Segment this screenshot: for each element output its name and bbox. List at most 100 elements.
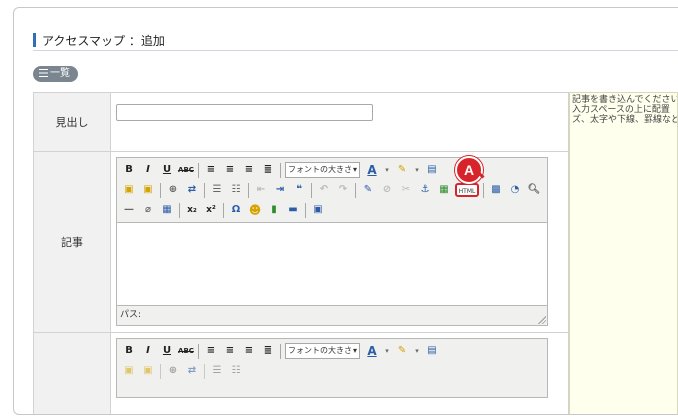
subscript-icon[interactable]: x₂: [184, 202, 200, 218]
align-left-icon[interactable]: ≡: [203, 162, 219, 178]
insert-link-icon[interactable]: ✎: [360, 182, 376, 198]
bullet-list-icon[interactable]: ☰: [209, 363, 225, 379]
chevron-down-icon[interactable]: ▾: [413, 343, 421, 359]
toolbar-separator: [280, 162, 281, 178]
rich-text-editor-2: B I U ABC ≡ ≡ ≡ ≣ フォントの大きさ A ▾ ✎ ▾ ▤: [116, 338, 548, 398]
toolbar-separator: [198, 343, 199, 359]
extra-label-cell: [33, 332, 111, 414]
editor2-toolbar-row-1: B I U ABC ≡ ≡ ≡ ≣ フォントの大きさ A ▾ ✎ ▾ ▤: [121, 341, 443, 361]
find-icon[interactable]: ⊕: [165, 182, 181, 198]
help-text-line: 入力スペースの上に配置: [572, 105, 670, 115]
image-icon[interactable]: ▦: [436, 182, 452, 198]
replace-icon[interactable]: ⇄: [184, 182, 200, 198]
fullscreen-icon[interactable]: ▣: [310, 202, 326, 218]
title-accent-bar: [33, 33, 36, 47]
toolbar-separator: [311, 182, 312, 198]
font-size-select[interactable]: フォントの大きさ: [285, 343, 361, 359]
bullet-list-icon[interactable]: ☰: [209, 182, 225, 198]
horizontal-rule-icon[interactable]: —: [121, 202, 137, 218]
table-icon[interactable]: ▤: [424, 162, 440, 178]
html-source-button[interactable]: HTML: [455, 183, 479, 197]
superscript-icon[interactable]: x²: [203, 202, 219, 218]
align-right-icon[interactable]: ≡: [241, 343, 257, 359]
align-right-icon[interactable]: ≡: [241, 162, 257, 178]
undo-icon[interactable]: ↶: [316, 182, 332, 198]
underline-button[interactable]: U: [159, 162, 175, 178]
toolbar-separator: [204, 363, 205, 379]
heading-label-cell: 見出し: [33, 92, 111, 152]
align-left-icon[interactable]: ≡: [203, 343, 219, 359]
rich-text-editor: B I U ABC ≡ ≡ ≡ ≣ フォントの大きさ A ▾ ✎ ▾ ▤: [116, 157, 548, 326]
article-editor-cell: B I U ABC ≡ ≡ ≡ ≣ フォントの大きさ A ▾ ✎ ▾ ▤: [111, 151, 569, 333]
background-color-icon[interactable]: ✎: [394, 162, 410, 178]
editor-toolbar-row-2: ▣ ▣ ⊕ ⇄ ☰ ☷ ⇤ ⇥ ❝ ↶ ↷ ✎ ⊘ ✂ ⚓ ▦ HTML ▩ ◔…: [121, 180, 545, 200]
media-clip-icon[interactable]: ▮: [266, 202, 282, 218]
toolbar-separator: [280, 343, 281, 359]
chevron-down-icon[interactable]: ▾: [383, 162, 391, 178]
unlink-icon[interactable]: ⊘: [379, 182, 395, 198]
horizontal-line-icon[interactable]: ▬: [285, 202, 301, 218]
chevron-down-icon[interactable]: ▾: [383, 343, 391, 359]
paste-icon[interactable]: ▣: [121, 182, 137, 198]
find-icon[interactable]: ⊕: [165, 363, 181, 379]
toolbar-separator: [223, 202, 224, 218]
underline-button[interactable]: U: [159, 343, 175, 359]
visual-aid-icon[interactable]: ▦: [159, 202, 175, 218]
strikethrough-button[interactable]: ABC: [178, 343, 194, 359]
font-color-icon[interactable]: A: [364, 343, 380, 359]
bold-button[interactable]: B: [121, 343, 137, 359]
outdent-icon[interactable]: ⇤: [253, 182, 269, 198]
numbered-list-icon[interactable]: ☷: [228, 182, 244, 198]
article-label: 記事: [61, 236, 83, 249]
heading-input[interactable]: [116, 104, 373, 121]
align-center-icon[interactable]: ≡: [222, 162, 238, 178]
toolbar-separator: [204, 182, 205, 198]
bold-button[interactable]: B: [121, 162, 137, 178]
list-button[interactable]: 一覧: [33, 66, 78, 82]
annotation-callout-a: A: [455, 156, 483, 184]
heading-label: 見出し: [55, 116, 89, 129]
content-frame: アクセスマップ ：追加 一覧 見出し 記事 B I U ABC ≡ ≡ ≡ ≣ …: [13, 7, 678, 415]
align-justify-icon[interactable]: ≣: [260, 162, 276, 178]
strikethrough-button[interactable]: ABC: [178, 162, 194, 178]
paste-icon[interactable]: ▣: [121, 363, 137, 379]
paste-text-icon[interactable]: ▣: [140, 182, 156, 198]
second-editor-cell: B I U ABC ≡ ≡ ≡ ≣ フォントの大きさ A ▾ ✎ ▾ ▤: [111, 332, 569, 414]
special-character-icon[interactable]: Ω: [228, 202, 244, 218]
redo-icon[interactable]: ↷: [335, 182, 351, 198]
replace-icon[interactable]: ⇄: [184, 363, 200, 379]
paste-text-icon[interactable]: ▣: [140, 363, 156, 379]
chevron-down-icon[interactable]: ▾: [413, 162, 421, 178]
italic-button[interactable]: I: [140, 343, 156, 359]
toolbar-separator: [179, 202, 180, 218]
page-title: アクセスマップ ：追加: [42, 34, 165, 48]
numbered-list-icon[interactable]: ☷: [228, 363, 244, 379]
remove-format-icon[interactable]: ⌀: [140, 202, 156, 218]
background-color-icon[interactable]: ✎: [394, 343, 410, 359]
align-justify-icon[interactable]: ≣: [260, 343, 276, 359]
indent-icon[interactable]: ⇥: [272, 182, 288, 198]
page-header: アクセスマップ ：追加: [33, 31, 678, 51]
toolbar-separator: [355, 182, 356, 198]
toolbar-separator: [160, 182, 161, 198]
editor-content-area[interactable]: [117, 222, 547, 306]
media-icon[interactable]: ▩: [488, 182, 504, 198]
editor-path-label: パス:: [120, 310, 142, 320]
table-icon[interactable]: ▤: [424, 343, 440, 359]
resize-handle-icon[interactable]: [538, 316, 546, 324]
toolbar-separator: [305, 202, 306, 218]
italic-button[interactable]: I: [140, 162, 156, 178]
editor-toolbar-row-1: B I U ABC ≡ ≡ ≡ ≣ フォントの大きさ A ▾ ✎ ▾ ▤: [121, 160, 443, 180]
anchor-icon[interactable]: ⚓: [417, 182, 433, 198]
font-color-icon[interactable]: A: [364, 162, 380, 178]
list-icon: [39, 69, 48, 77]
preview-icon[interactable]: 🔍︎: [526, 182, 542, 198]
cleanup-icon[interactable]: ✂: [398, 182, 414, 198]
help-text-line: ズ、太字や下線、罫線など: [572, 115, 678, 125]
blockquote-icon[interactable]: ❝: [291, 182, 307, 198]
heading-input-cell: [111, 92, 569, 152]
time-icon[interactable]: ◔: [507, 182, 523, 198]
font-size-select[interactable]: フォントの大きさ: [285, 162, 361, 178]
emoticon-icon[interactable]: ☻: [247, 202, 263, 218]
align-center-icon[interactable]: ≡: [222, 343, 238, 359]
